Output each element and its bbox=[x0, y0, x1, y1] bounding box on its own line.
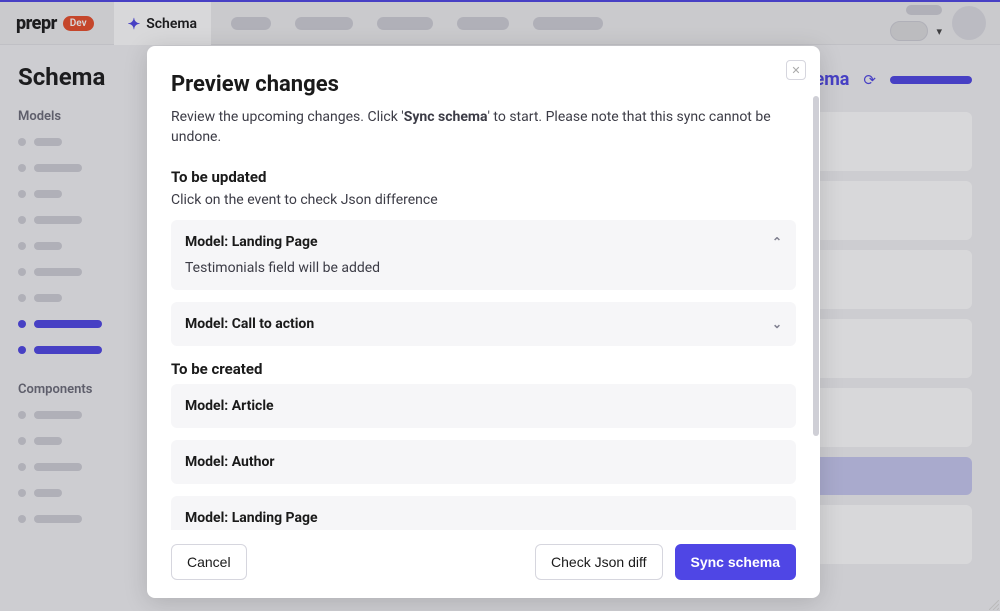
item-detail: Testimonials field will be added bbox=[185, 260, 782, 276]
updated-item[interactable]: Model: Landing Page ⌃ Testimonials field… bbox=[171, 220, 796, 290]
sync-schema-button[interactable]: Sync schema bbox=[675, 544, 797, 580]
created-item[interactable]: Model: Article bbox=[171, 384, 796, 428]
preview-changes-modal: ✕ Preview changes Review the upcoming ch… bbox=[147, 46, 820, 598]
created-item[interactable]: Model: Author bbox=[171, 440, 796, 484]
scrollbar[interactable] bbox=[813, 96, 819, 436]
item-label: Model: Call to action bbox=[185, 316, 314, 332]
created-item[interactable]: Model: Landing Page bbox=[171, 496, 796, 530]
modal-title: Preview changes bbox=[171, 72, 796, 97]
item-label: Model: Landing Page bbox=[185, 510, 318, 526]
item-label: Model: Landing Page bbox=[185, 234, 318, 250]
chevron-up-icon: ⌃ bbox=[772, 235, 782, 249]
close-icon: ✕ bbox=[791, 64, 800, 77]
updated-item[interactable]: Model: Call to action ⌄ bbox=[171, 302, 796, 346]
section-created-title: To be created bbox=[171, 360, 796, 378]
section-updated-title: To be updated bbox=[171, 168, 796, 186]
chevron-down-icon: ⌄ bbox=[772, 317, 782, 331]
resize-handle bbox=[989, 600, 999, 610]
close-button[interactable]: ✕ bbox=[786, 60, 806, 80]
modal-subtitle: Review the upcoming changes. Click 'Sync… bbox=[171, 107, 796, 148]
item-label: Model: Article bbox=[185, 398, 274, 414]
check-json-diff-button[interactable]: Check Json diff bbox=[535, 544, 662, 580]
item-label: Model: Author bbox=[185, 454, 275, 470]
section-updated-hint: Click on the event to check Json differe… bbox=[171, 192, 796, 208]
cancel-button[interactable]: Cancel bbox=[171, 544, 247, 580]
